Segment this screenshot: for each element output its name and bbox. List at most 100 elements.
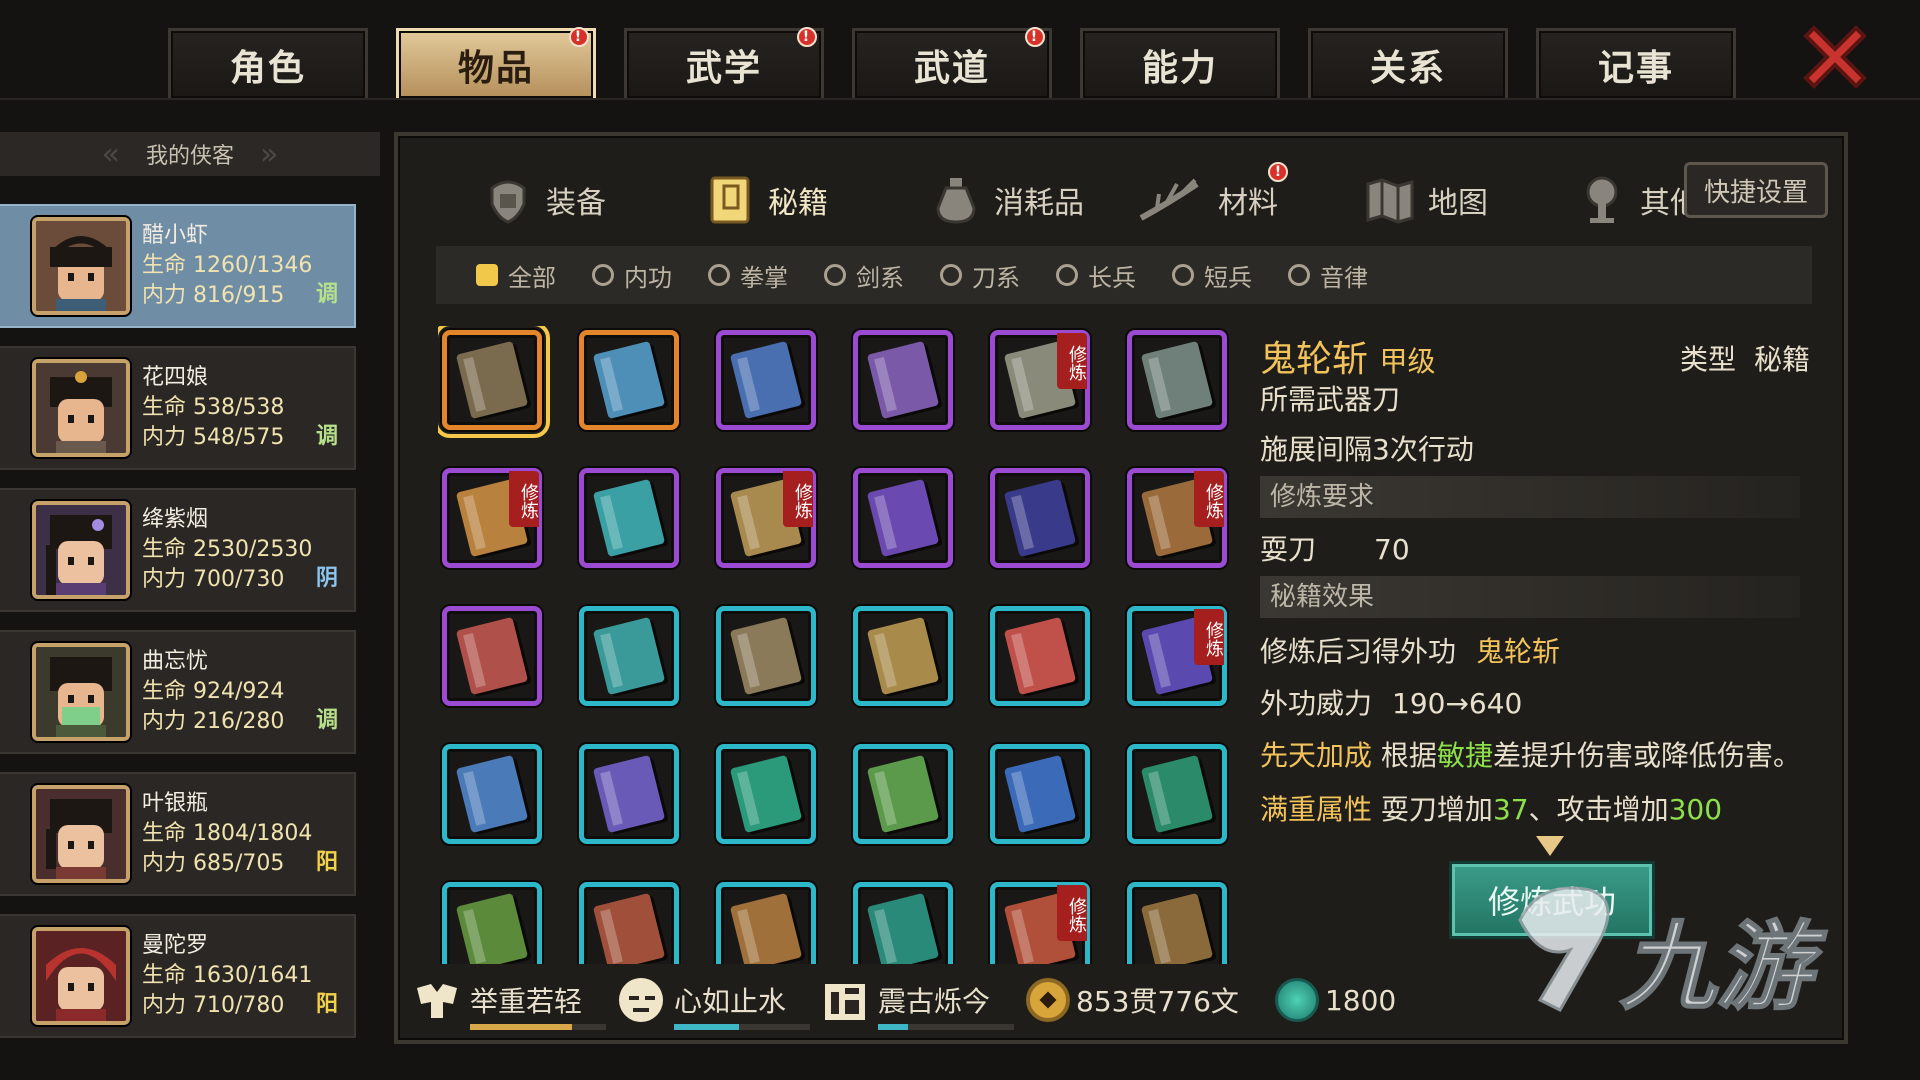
character-hp: 生命 1630/1641	[142, 963, 313, 988]
item-slot[interactable]	[438, 326, 550, 438]
requirement-value: 70	[1374, 533, 1410, 566]
money-value: 853贯776文	[1076, 985, 1239, 1018]
filter-music[interactable]: 音律	[1288, 258, 1368, 293]
item-slot[interactable]: 修炼	[442, 468, 542, 568]
manual-book-icon	[1140, 754, 1214, 834]
training-badge: 修炼	[1057, 885, 1087, 941]
item-slot[interactable]: 修炼	[1127, 468, 1227, 568]
manual-book-icon	[455, 616, 529, 696]
manual-book-icon	[1140, 340, 1214, 420]
item-slot[interactable]	[1127, 330, 1227, 430]
item-slot[interactable]	[990, 744, 1090, 844]
radio[interactable]	[708, 264, 730, 286]
tab-ability[interactable]: 能力	[1080, 28, 1280, 98]
down-arrow-icon	[1536, 836, 1564, 856]
item-slot[interactable]	[853, 882, 953, 964]
item-slot[interactable]	[853, 744, 953, 844]
filter-sword[interactable]: 剑系	[824, 258, 904, 293]
requirement-row: 耍刀 70	[1260, 528, 1410, 568]
character-card[interactable]: 曼陀罗 生命 1630/1641 内力 710/780 阳	[0, 914, 356, 1038]
item-grade: 甲级	[1379, 345, 1436, 378]
item-slot[interactable]	[1127, 744, 1227, 844]
item-slot[interactable]	[990, 468, 1090, 568]
item-slot[interactable]	[579, 468, 679, 568]
character-card[interactable]: 花四娘 生命 538/538 内力 548/575 调	[0, 346, 356, 470]
muscle-icon	[410, 973, 464, 1027]
character-name: 曲忘忧	[142, 649, 209, 674]
item-slot[interactable]	[853, 468, 953, 568]
tab-martial-arts[interactable]: 武学!	[624, 27, 824, 98]
character-card[interactable]: 醋小虾 生命 1260/1346 内力 816/915 调	[0, 204, 356, 328]
chevron-left-icon[interactable]: «	[102, 137, 120, 172]
item-slot[interactable]	[853, 606, 953, 706]
filter-blade[interactable]: 刀系	[940, 258, 1020, 293]
avatar	[32, 927, 130, 1025]
character-name: 叶银瓶	[142, 791, 209, 816]
innate-row: 先天加成 根据敏捷差提升伤害或降低伤害。	[1260, 734, 1801, 774]
item-slot[interactable]: 修炼	[990, 882, 1090, 964]
item-slot[interactable]	[442, 744, 542, 844]
item-slot[interactable]	[579, 744, 679, 844]
item-slot[interactable]	[716, 882, 816, 964]
radio[interactable]	[1288, 264, 1310, 286]
status-badge: 调	[315, 424, 338, 449]
character-card[interactable]: 曲忘忧 生命 924/924 内力 216/280 调	[0, 630, 356, 754]
item-slot[interactable]	[853, 330, 953, 430]
full-weight-value: 37	[1492, 793, 1529, 826]
item-slot[interactable]	[716, 744, 816, 844]
tab-journal[interactable]: 记事	[1536, 28, 1736, 98]
radio[interactable]	[1056, 264, 1078, 286]
filter-long-weapon[interactable]: 长兵	[1056, 258, 1136, 293]
item-slot[interactable]	[990, 606, 1090, 706]
filter-label: 内功	[624, 263, 672, 292]
manual-book-icon	[592, 892, 666, 964]
radio-selected[interactable]	[476, 264, 498, 286]
item-slot[interactable]	[716, 330, 816, 430]
tab-consumables[interactable]: 消耗品	[928, 160, 1084, 240]
tab-maps[interactable]: 地图	[1362, 160, 1488, 240]
innate-label: 先天加成	[1260, 739, 1373, 772]
filter-short-weapon[interactable]: 短兵	[1172, 258, 1252, 293]
item-slot[interactable]: 修炼	[1127, 606, 1227, 706]
tab-materials[interactable]: 材料 !	[1136, 160, 1288, 240]
item-slot[interactable]: 修炼	[990, 330, 1090, 430]
item-slot[interactable]	[1127, 882, 1227, 964]
section-requirements: 修炼要求	[1260, 476, 1800, 518]
tab-manuals[interactable]: 秘籍	[662, 160, 868, 254]
tab-items[interactable]: 物品!	[396, 27, 596, 98]
radio[interactable]	[592, 264, 614, 286]
filter-fist[interactable]: 拳掌	[708, 258, 788, 293]
item-slot[interactable]	[579, 330, 679, 430]
alert-badge: !	[569, 27, 589, 47]
quick-settings-button[interactable]: 快捷设置	[1684, 162, 1828, 218]
tab-label: 秘籍	[768, 186, 828, 221]
tab-relations[interactable]: 关系	[1308, 28, 1508, 98]
radio[interactable]	[824, 264, 846, 286]
filter-internal[interactable]: 内功	[592, 258, 672, 293]
close-button[interactable]	[1796, 18, 1874, 96]
divider	[0, 98, 1920, 100]
chevron-right-icon[interactable]: »	[260, 137, 278, 172]
item-slot[interactable]	[579, 606, 679, 706]
tab-others[interactable]: 其他 !	[1574, 160, 1710, 240]
item-slot[interactable]: 修炼	[716, 468, 816, 568]
manual-book-icon	[1003, 754, 1077, 834]
tab-role[interactable]: 角色	[168, 28, 368, 98]
item-slot[interactable]	[716, 606, 816, 706]
character-card[interactable]: 绛紫烟 生命 2530/2530 内力 700/730 阴	[0, 488, 356, 612]
manual-book-icon	[455, 340, 529, 420]
filter-label: 拳掌	[740, 263, 788, 292]
manual-book-icon	[592, 754, 666, 834]
stat-bar	[878, 1024, 1015, 1030]
item-slot[interactable]	[442, 606, 542, 706]
alert-badge: !	[1025, 27, 1045, 47]
character-card[interactable]: 叶银瓶 生命 1804/1804 内力 685/705 阳	[0, 772, 356, 896]
item-slot[interactable]	[579, 882, 679, 964]
filter-all[interactable]: 全部	[476, 258, 556, 293]
radio[interactable]	[940, 264, 962, 286]
watermark-logo: 九游	[1500, 880, 1900, 1060]
item-slot[interactable]	[442, 882, 542, 964]
tab-martial-way[interactable]: 武道!	[852, 27, 1052, 98]
radio[interactable]	[1172, 264, 1194, 286]
tab-equipment[interactable]: 装备	[480, 160, 606, 240]
